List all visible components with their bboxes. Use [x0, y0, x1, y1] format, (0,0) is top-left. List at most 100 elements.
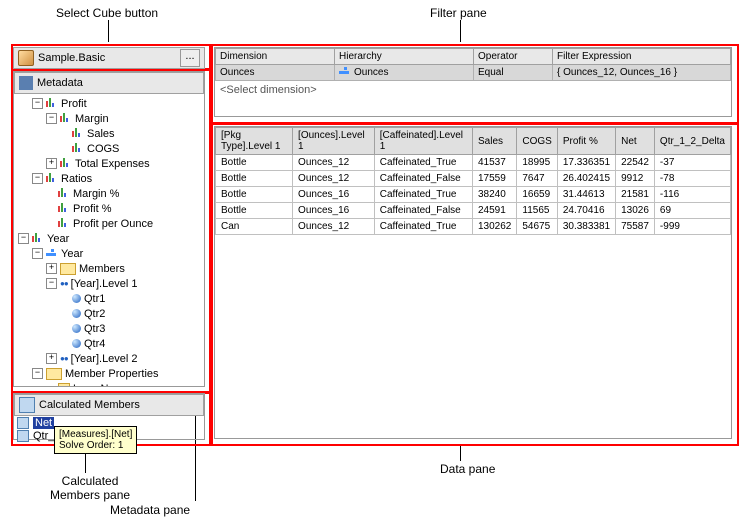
data-col-header[interactable]: Sales	[473, 128, 517, 155]
data-col-header[interactable]: [Caffeinated].Level 1	[374, 128, 472, 155]
collapse-toggle[interactable]: −	[32, 98, 43, 109]
data-cell[interactable]: 30.383381	[557, 219, 615, 235]
filter-placeholder-row[interactable]: <Select dimension>	[215, 81, 731, 99]
data-cell[interactable]: 54675	[517, 219, 557, 235]
data-cell[interactable]: 16659	[517, 187, 557, 203]
filter-col-expression[interactable]: Filter Expression	[553, 49, 731, 65]
data-col-header[interactable]: Qtr_1_2_Delta	[654, 128, 730, 155]
data-cell[interactable]: Bottle	[216, 203, 293, 219]
tree-node-total-expenses[interactable]: +Total Expenses	[18, 156, 202, 171]
data-cell[interactable]: Can	[216, 219, 293, 235]
tree-node-qtr1[interactable]: Qtr1	[18, 291, 202, 306]
data-cell[interactable]: Ounces_16	[293, 187, 375, 203]
data-cell[interactable]: Bottle	[216, 187, 293, 203]
tree-node-profit-pct[interactable]: Profit %	[18, 201, 202, 216]
data-cell[interactable]: -116	[654, 187, 730, 203]
tree-node-member-props[interactable]: −Member Properties	[18, 366, 202, 381]
table-row[interactable]: BottleOunces_16Caffeinated_True382401665…	[216, 187, 731, 203]
filter-cell[interactable]: Ounces	[335, 65, 474, 81]
collapse-toggle[interactable]: −	[46, 278, 57, 289]
tree-node-profit[interactable]: −Profit	[18, 96, 202, 111]
data-cell[interactable]: 21581	[616, 187, 655, 203]
table-row[interactable]: BottleOunces_16Caffeinated_False24591115…	[216, 203, 731, 219]
expand-toggle[interactable]: +	[46, 158, 57, 169]
data-cell[interactable]: 22542	[616, 155, 655, 171]
data-cell[interactable]: Caffeinated_True	[374, 219, 472, 235]
data-cell[interactable]: Caffeinated_False	[374, 171, 472, 187]
filter-row[interactable]: Ounces Ounces Equal { Ounces_12, Ounces_…	[216, 65, 731, 81]
data-cell[interactable]: Caffeinated_True	[374, 155, 472, 171]
data-cell[interactable]: 7647	[517, 171, 557, 187]
table-row[interactable]: CanOunces_12Caffeinated_True130262546753…	[216, 219, 731, 235]
data-col-header[interactable]: Profit %	[557, 128, 615, 155]
data-cell[interactable]: 18995	[517, 155, 557, 171]
data-cell[interactable]: -37	[654, 155, 730, 171]
collapse-toggle[interactable]: −	[32, 173, 43, 184]
tree-node-level1[interactable]: −●●[Year].Level 1	[18, 276, 202, 291]
data-cell[interactable]: Ounces_12	[293, 219, 375, 235]
collapse-toggle[interactable]: −	[32, 368, 43, 379]
collapse-toggle[interactable]: −	[18, 233, 29, 244]
data-cell[interactable]: 69	[654, 203, 730, 219]
expand-toggle[interactable]: +	[46, 263, 57, 274]
tree-node-year-dim[interactable]: −Year	[18, 231, 202, 246]
tree-node-members[interactable]: +Members	[18, 261, 202, 276]
data-cell[interactable]: 41537	[473, 155, 517, 171]
filter-col-dimension[interactable]: Dimension	[216, 49, 335, 65]
collapse-toggle[interactable]: −	[46, 113, 57, 124]
select-cube-bar[interactable]: Sample.Basic ...	[13, 47, 205, 69]
data-cell[interactable]: 11565	[517, 203, 557, 219]
measure-icon	[58, 203, 70, 215]
data-col-header[interactable]: [Ounces].Level 1	[293, 128, 375, 155]
tree-node-qtr3[interactable]: Qtr3	[18, 321, 202, 336]
data-cell[interactable]: 24591	[473, 203, 517, 219]
data-cell[interactable]: Bottle	[216, 171, 293, 187]
data-cell[interactable]: Caffeinated_True	[374, 187, 472, 203]
tree-node-level2[interactable]: +●●[Year].Level 2	[18, 351, 202, 366]
data-cell[interactable]: 75587	[616, 219, 655, 235]
data-cell[interactable]: Ounces_16	[293, 203, 375, 219]
data-cell[interactable]: 13026	[616, 203, 655, 219]
data-cell[interactable]: 17.336351	[557, 155, 615, 171]
filter-col-operator[interactable]: Operator	[474, 49, 553, 65]
table-row[interactable]: BottleOunces_12Caffeinated_True415371899…	[216, 155, 731, 171]
filter-col-hierarchy[interactable]: Hierarchy	[335, 49, 474, 65]
tree-node-ratios[interactable]: −Ratios	[18, 171, 202, 186]
data-cell[interactable]: 130262	[473, 219, 517, 235]
tree-node-year-hier[interactable]: −Year	[18, 246, 202, 261]
data-cell[interactable]: Caffeinated_False	[374, 203, 472, 219]
filter-cell[interactable]: { Ounces_12, Ounces_16 }	[553, 65, 731, 81]
data-cell[interactable]: 38240	[473, 187, 517, 203]
tree-node-qtr4[interactable]: Qtr4	[18, 336, 202, 351]
filter-cell[interactable]: Ounces	[216, 65, 335, 81]
collapse-toggle[interactable]: −	[32, 248, 43, 259]
filter-cell[interactable]: Equal	[474, 65, 553, 81]
data-cell[interactable]: Ounces_12	[293, 171, 375, 187]
folder-icon	[60, 263, 76, 275]
tree-node-qtr2[interactable]: Qtr2	[18, 306, 202, 321]
tree-node-sales[interactable]: Sales	[18, 126, 202, 141]
data-cell[interactable]: Ounces_12	[293, 155, 375, 171]
data-cell[interactable]: Bottle	[216, 155, 293, 171]
tree-node-margin-pct[interactable]: Margin %	[18, 186, 202, 201]
data-col-header[interactable]: [Pkg Type].Level 1	[216, 128, 293, 155]
tree-node-longnames[interactable]: Long Names	[18, 381, 202, 386]
data-cell[interactable]: 31.44613	[557, 187, 615, 203]
data-cell[interactable]: 24.70416	[557, 203, 615, 219]
filter-grid[interactable]: Dimension Hierarchy Operator Filter Expr…	[215, 48, 731, 81]
data-cell[interactable]: 9912	[616, 171, 655, 187]
data-cell[interactable]: -78	[654, 171, 730, 187]
tree-node-cogs[interactable]: COGS	[18, 141, 202, 156]
tree-node-margin[interactable]: −Margin	[18, 111, 202, 126]
metadata-tree[interactable]: −Profit −Margin Sales COGS +Total Expens…	[14, 94, 204, 386]
data-col-header[interactable]: Net	[616, 128, 655, 155]
expand-toggle[interactable]: +	[46, 353, 57, 364]
data-cell[interactable]: -999	[654, 219, 730, 235]
browse-cube-button[interactable]: ...	[180, 49, 200, 67]
data-cell[interactable]: 26.402415	[557, 171, 615, 187]
data-grid[interactable]: [Pkg Type].Level 1[Ounces].Level 1[Caffe…	[215, 127, 731, 235]
table-row[interactable]: BottleOunces_12Caffeinated_False17559764…	[216, 171, 731, 187]
data-cell[interactable]: 17559	[473, 171, 517, 187]
tree-node-ppo[interactable]: Profit per Ounce	[18, 216, 202, 231]
data-col-header[interactable]: COGS	[517, 128, 557, 155]
